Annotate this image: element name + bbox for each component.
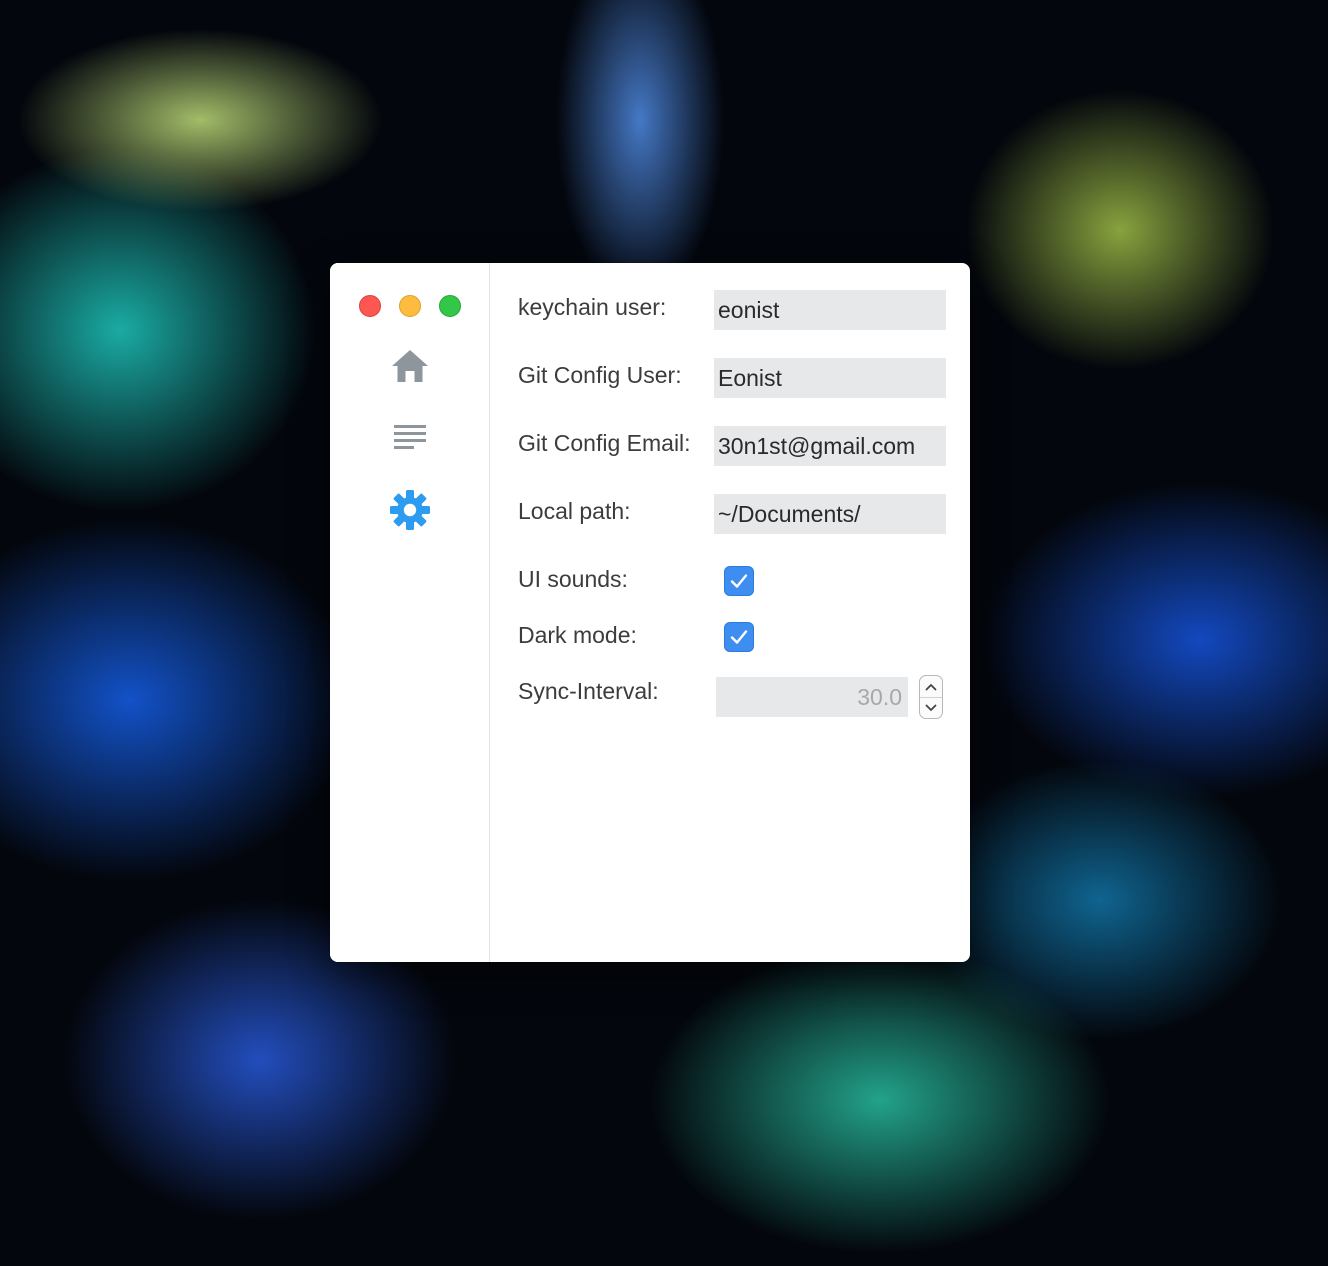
- checkmark-icon: [730, 574, 748, 588]
- ui-sounds-label: UI sounds:: [518, 566, 628, 592]
- local-path-label: Local path:: [518, 498, 631, 524]
- stepper-decrement-button[interactable]: [920, 697, 942, 718]
- dark-mode-checkbox[interactable]: [724, 622, 754, 652]
- git-config-user-label: Git Config User:: [518, 362, 682, 388]
- chevron-down-icon: [925, 704, 937, 711]
- keychain-user-label: keychain user:: [518, 294, 667, 320]
- keychain-user-field[interactable]: [714, 290, 946, 330]
- stepper-increment-button[interactable]: [920, 676, 942, 698]
- sidebar-item-settings[interactable]: [389, 489, 431, 531]
- list-icon: [394, 425, 426, 449]
- zoom-button[interactable]: [439, 295, 461, 317]
- minimize-button[interactable]: [399, 295, 421, 317]
- sync-interval-label: Sync-Interval:: [518, 678, 659, 704]
- dark-mode-label: Dark mode:: [518, 622, 637, 648]
- preferences-window: keychain user: Git Config User: Git Conf…: [330, 263, 970, 962]
- ui-sounds-checkbox[interactable]: [724, 566, 754, 596]
- checkmark-icon: [730, 630, 748, 644]
- sidebar-item-list[interactable]: [389, 417, 431, 459]
- git-config-email-label: Git Config Email:: [518, 430, 691, 456]
- settings-panel: keychain user: Git Config User: Git Conf…: [490, 263, 970, 962]
- git-config-email-field[interactable]: [714, 426, 946, 466]
- local-path-field[interactable]: [714, 494, 946, 534]
- gear-icon: [390, 490, 430, 530]
- git-config-user-field[interactable]: [714, 358, 946, 398]
- sync-interval-field[interactable]: [716, 677, 908, 717]
- sidebar: [330, 263, 490, 962]
- chevron-up-icon: [925, 683, 937, 690]
- home-icon: [392, 350, 428, 382]
- sync-interval-stepper: [919, 675, 943, 719]
- sidebar-item-home[interactable]: [389, 345, 431, 387]
- close-button[interactable]: [359, 295, 381, 317]
